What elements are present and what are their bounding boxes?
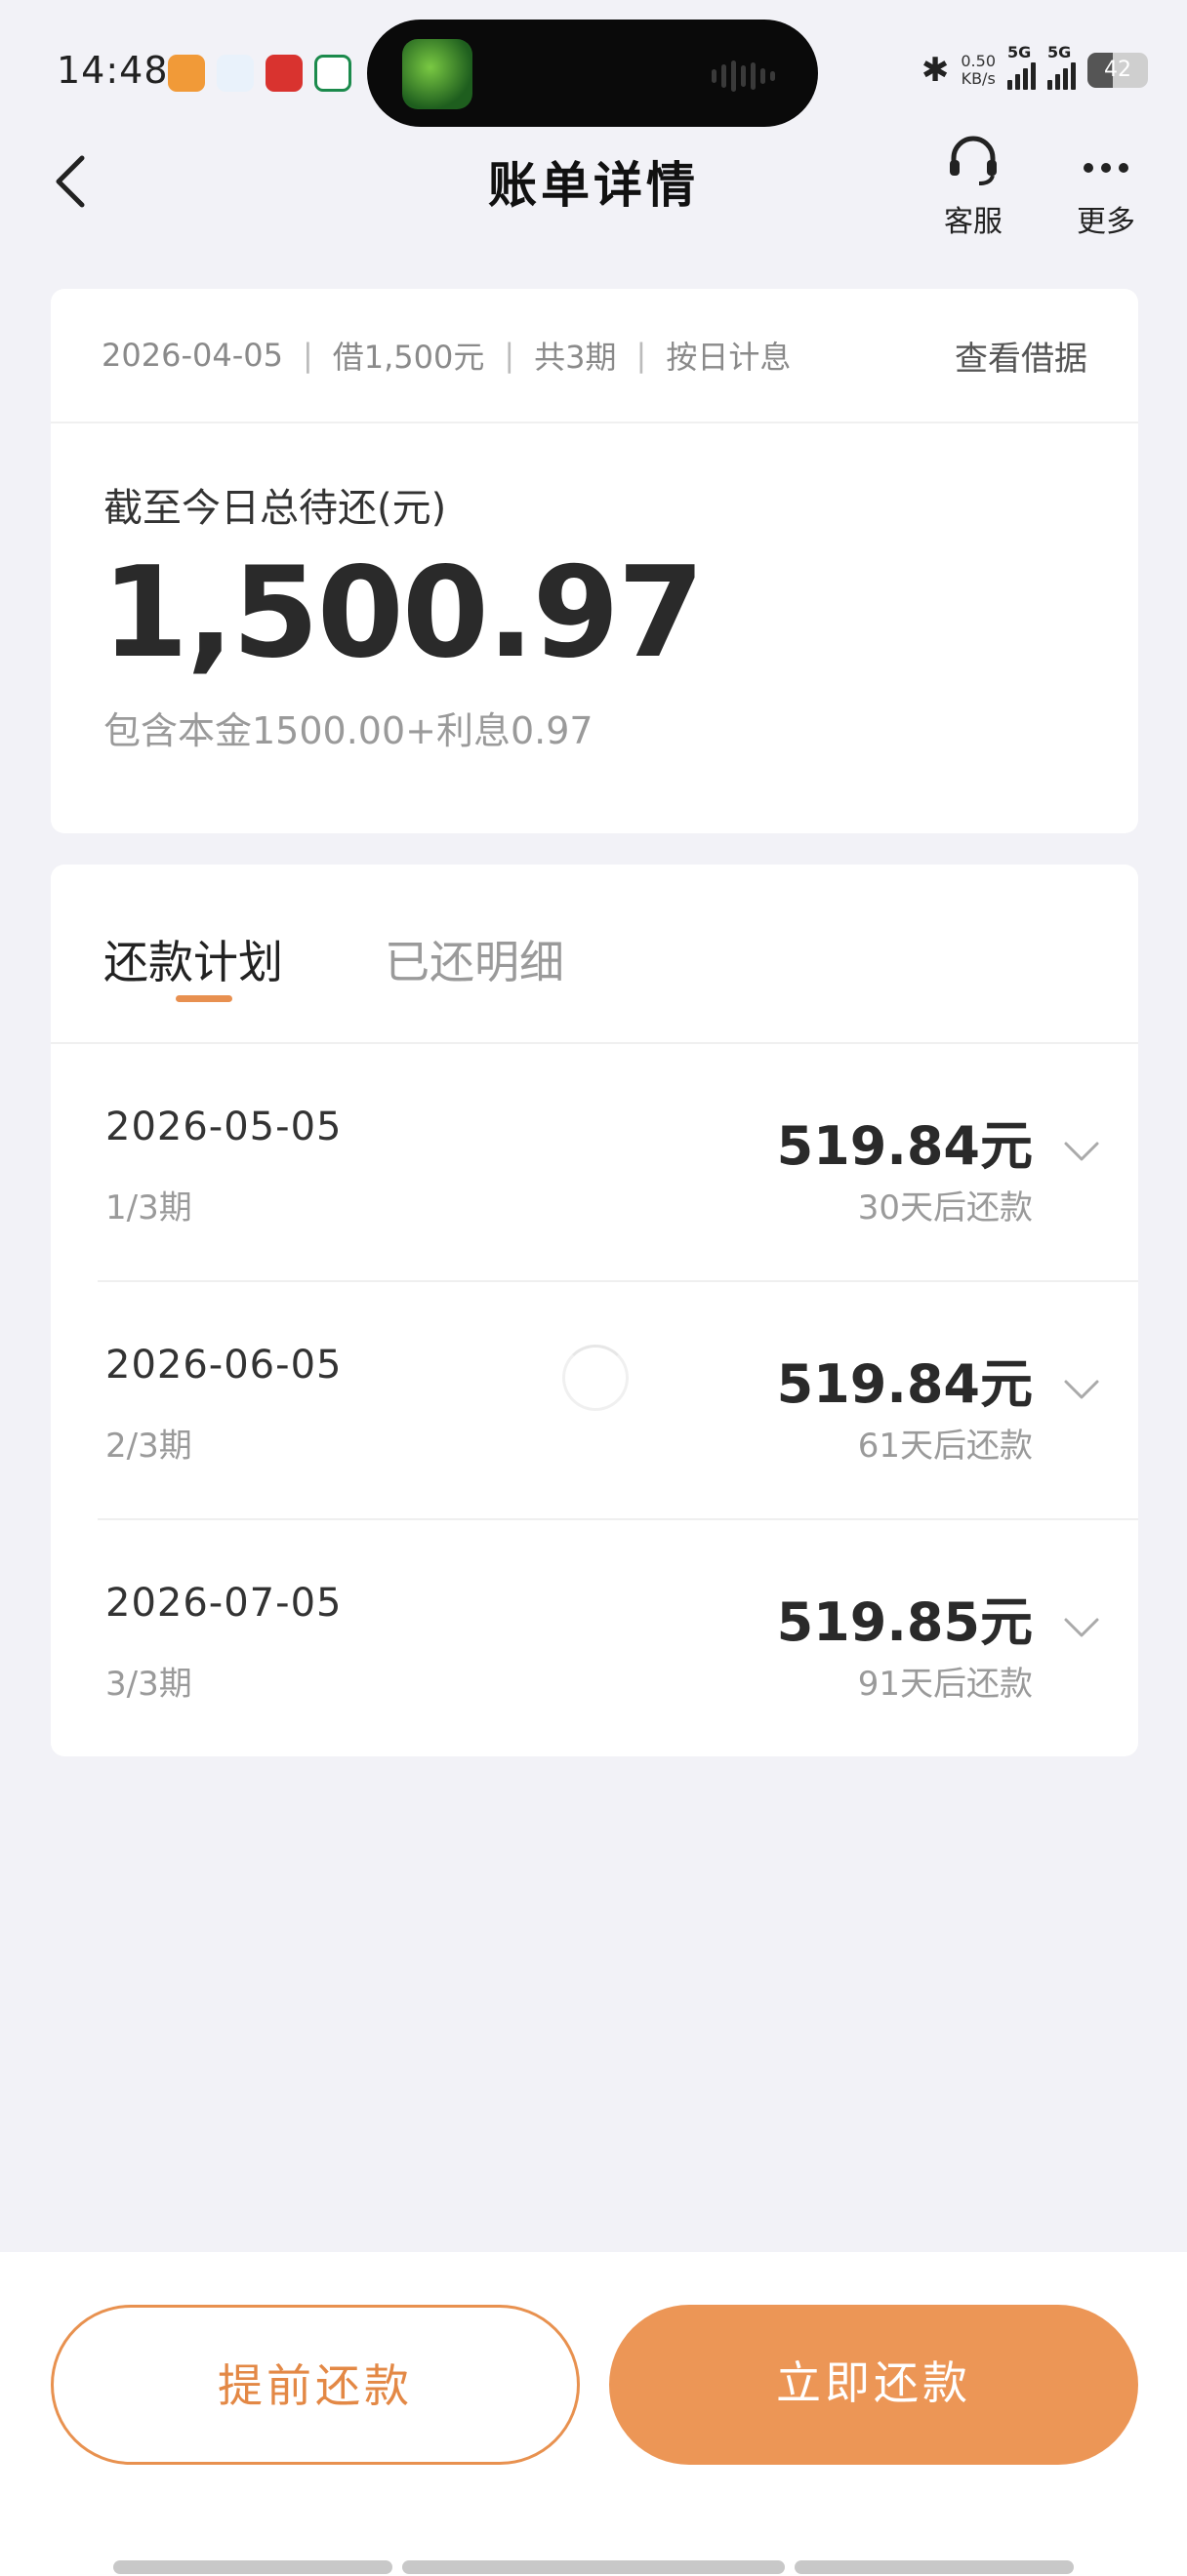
- installment-date: 2026-06-05: [105, 1343, 343, 1388]
- interest-type: 按日计息: [666, 339, 792, 376]
- customer-service-button[interactable]: 客服: [929, 133, 1017, 240]
- installment-due-in: 61天后还款: [857, 1427, 1033, 1466]
- installment-period: 2/3期: [105, 1427, 192, 1466]
- installment-due-in: 91天后还款: [857, 1665, 1033, 1704]
- installment-period: 1/3期: [105, 1188, 192, 1228]
- status-time: 14:48: [57, 49, 169, 92]
- installment-period: 3/3期: [105, 1665, 192, 1704]
- loan-date: 2026-04-05: [102, 337, 283, 374]
- loan-periods: 共3期: [534, 339, 617, 376]
- more-dots-icon: [1084, 163, 1128, 173]
- installment-due-in: 30天后还款: [857, 1188, 1033, 1228]
- loan-amount: 借1,500元: [332, 339, 485, 376]
- home-indicator[interactable]: [113, 2560, 392, 2574]
- loan-info-row: 2026-04-05 | 借1,500元 | 共3期 | 按日计息 查看借据: [51, 289, 1138, 423]
- app-notification-icon: [266, 55, 303, 92]
- installment-amount: 519.85元: [776, 1591, 1033, 1653]
- tab-bar: 还款计划 已还明细: [51, 865, 1138, 1044]
- bluetooth-icon: ✱: [921, 51, 950, 90]
- network-speed: 0.50 KB/s: [961, 52, 996, 88]
- home-indicator[interactable]: [402, 2560, 785, 2574]
- app-notification-icon: [217, 55, 254, 92]
- total-due-label: 截至今日总待还(元): [103, 486, 447, 531]
- chevron-down-icon[interactable]: [1062, 1140, 1101, 1163]
- media-thumbnail: [402, 39, 472, 109]
- more-label: 更多: [1077, 205, 1135, 239]
- plan-row[interactable]: 2026-07-05 3/3期 519.85元 91天后还款: [98, 1520, 1138, 1758]
- tab-repayment-plan[interactable]: 还款计划: [103, 927, 283, 991]
- installment-amount: 519.84元: [776, 1115, 1033, 1177]
- signal-5g-icon: 5G: [1047, 43, 1076, 90]
- dynamic-island[interactable]: [367, 20, 818, 127]
- repayment-card: 还款计划 已还明细 2026-05-05 1/3期 519.84元 30天后还款…: [51, 865, 1138, 1756]
- chevron-down-icon[interactable]: [1062, 1616, 1101, 1639]
- active-tab-indicator: [176, 995, 232, 1002]
- separator: |: [635, 337, 647, 374]
- loading-spinner-icon: [562, 1345, 629, 1411]
- separator: |: [302, 337, 313, 374]
- pay-now-button[interactable]: 立即还款: [609, 2305, 1138, 2465]
- bottom-action-bar: 提前还款 立即还款: [0, 2252, 1187, 2576]
- home-indicator[interactable]: [795, 2560, 1074, 2574]
- battery-icon: 42: [1087, 53, 1148, 88]
- installment-date: 2026-05-05: [105, 1105, 343, 1149]
- plan-row[interactable]: 2026-05-05 1/3期 519.84元 30天后还款: [98, 1044, 1138, 1282]
- bill-summary-card: 2026-04-05 | 借1,500元 | 共3期 | 按日计息 查看借据 截…: [51, 289, 1138, 833]
- view-contract-link[interactable]: 查看借据: [955, 332, 1087, 380]
- status-bar: 14:48 ✱ 0.50 KB/s 5G 5G 42: [0, 0, 1187, 146]
- total-due-breakdown: 包含本金1500.00+利息0.97: [103, 709, 594, 752]
- signal-5g-icon: 5G: [1007, 43, 1036, 90]
- prepay-button[interactable]: 提前还款: [51, 2305, 580, 2465]
- nav-bar: 账单详情 客服 更多: [0, 127, 1187, 244]
- tab-paid-details[interactable]: 已还明细: [385, 927, 564, 991]
- installment-date: 2026-07-05: [105, 1581, 343, 1626]
- app-notification-icon: [314, 55, 351, 92]
- installment-amount: 519.84元: [776, 1353, 1033, 1415]
- headset-icon: [950, 136, 997, 185]
- notification-icons: [168, 55, 351, 92]
- customer-service-label: 客服: [944, 205, 1003, 239]
- total-due-amount: 1,500.97: [102, 541, 705, 686]
- more-button[interactable]: 更多: [1062, 133, 1150, 240]
- chevron-down-icon[interactable]: [1062, 1378, 1101, 1401]
- app-notification-icon: [168, 55, 205, 92]
- separator: |: [504, 337, 515, 374]
- audio-wave-icon: [712, 60, 775, 92]
